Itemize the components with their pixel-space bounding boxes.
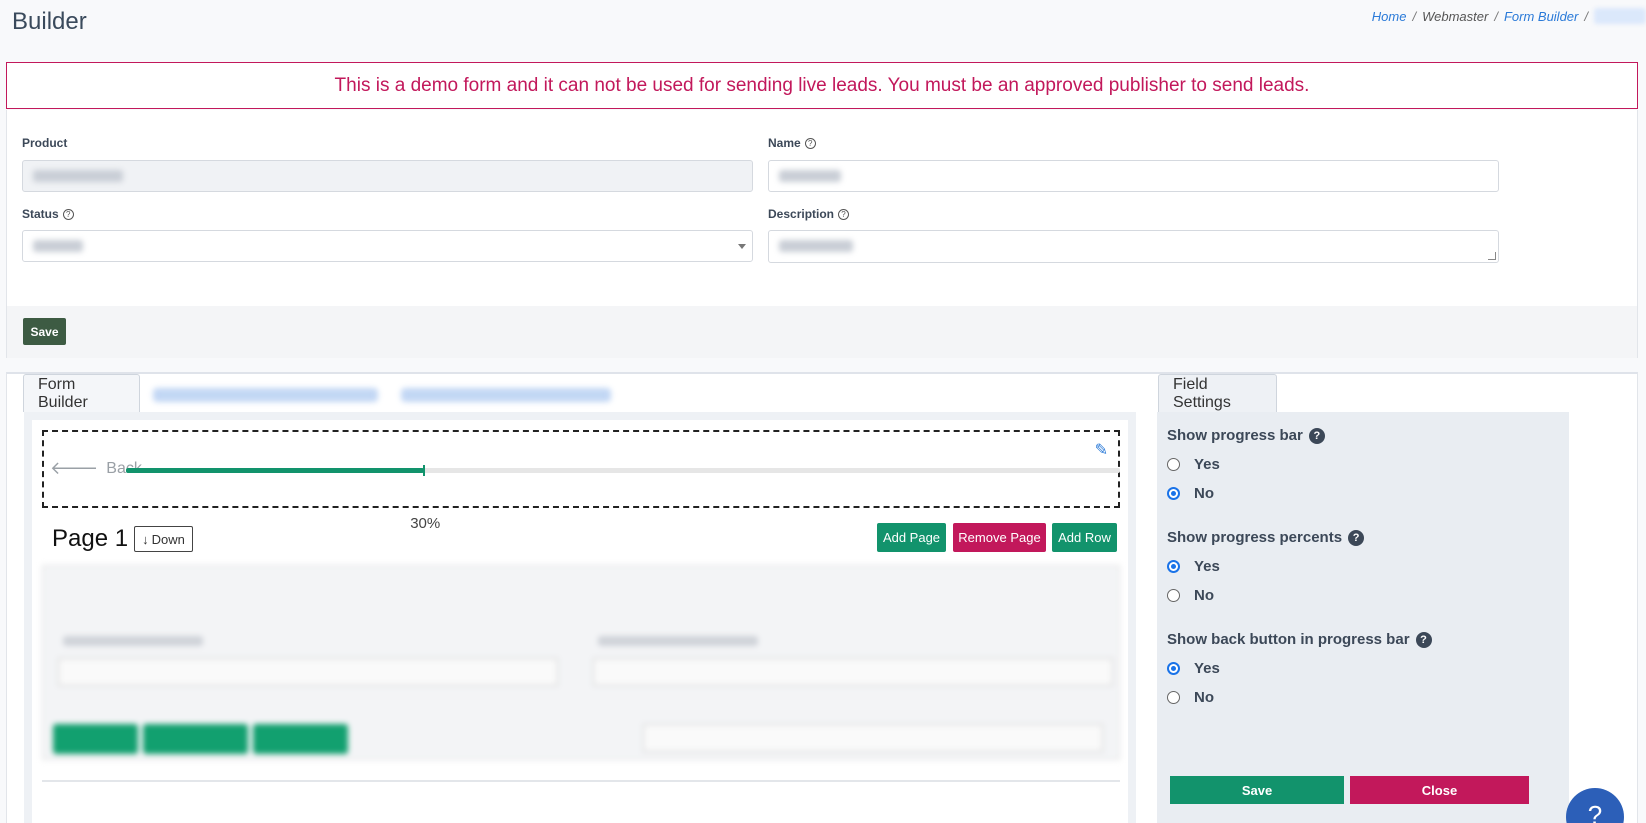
question-circle-icon[interactable]: ?: [1415, 631, 1432, 648]
remove-page-button[interactable]: Remove Page: [953, 523, 1046, 552]
back-button-setting-label: Show back button in progress bar ?: [1167, 631, 1432, 648]
blurred-field-label: [63, 636, 203, 646]
description-label-text: Description: [768, 207, 835, 221]
arrow-down-icon: ↓: [142, 531, 149, 547]
blurred-toolbar: [643, 724, 1103, 752]
arrow-left-icon: 🡐: [50, 458, 99, 478]
tab-form-builder[interactable]: Form Builder: [23, 374, 140, 412]
form-footer: Save: [7, 306, 1637, 358]
pencil-icon[interactable]: ✎: [1095, 440, 1108, 460]
resize-handle-icon[interactable]: [1488, 252, 1496, 260]
back-button-no[interactable]: No: [1167, 689, 1214, 706]
form-settings-card: Product Name ? Status ? Description ? Sa…: [6, 110, 1638, 358]
breadcrumb-separator: /: [1494, 8, 1498, 24]
radio-back-button-yes[interactable]: [1167, 662, 1180, 675]
name-label: Name ?: [768, 136, 816, 150]
save-button[interactable]: Save: [23, 318, 66, 345]
blurred-button: [253, 724, 348, 754]
blurred-button: [143, 724, 248, 754]
progress-bar-no[interactable]: No: [1167, 485, 1214, 502]
question-circle-icon[interactable]: ?: [838, 208, 850, 220]
breadcrumb-current-redacted: [1594, 8, 1646, 24]
breadcrumb-form-builder[interactable]: Form Builder: [1504, 9, 1578, 24]
status-select[interactable]: [22, 230, 753, 262]
page-title: Builder: [12, 8, 87, 35]
progress-percents-setting-text: Show progress percents: [1167, 529, 1343, 546]
progress-percents-setting-label: Show progress percents ?: [1167, 529, 1365, 546]
radio-progress-bar-no[interactable]: [1167, 487, 1180, 500]
breadcrumb-home[interactable]: Home: [1372, 9, 1407, 24]
progress-bar-setting-text: Show progress bar: [1167, 427, 1303, 444]
settings-close-button[interactable]: Close: [1350, 776, 1529, 804]
progress-bar-setting-label: Show progress bar ?: [1167, 427, 1325, 444]
radio-progress-percents-no[interactable]: [1167, 589, 1180, 602]
settings-save-button[interactable]: Save: [1170, 776, 1344, 804]
radio-label: Yes: [1194, 660, 1220, 677]
radio-progress-bar-yes[interactable]: [1167, 458, 1180, 471]
tab-redacted-2[interactable]: [401, 388, 611, 402]
form-rows-redacted: [42, 565, 1120, 760]
description-label: Description ?: [768, 207, 850, 221]
name-value-redacted: [779, 170, 841, 182]
breadcrumb-webmaster: Webmaster: [1422, 8, 1489, 24]
progress-bar-preview[interactable]: 🡐 Back 30% ✎: [42, 430, 1120, 532]
add-row-button[interactable]: Add Row: [1052, 523, 1117, 552]
question-circle-icon[interactable]: ?: [1348, 529, 1365, 546]
tab-field-settings[interactable]: Field Settings: [1158, 374, 1277, 412]
radio-label: Yes: [1194, 558, 1220, 575]
radio-back-button-no[interactable]: [1167, 691, 1180, 704]
back-button-setting-text: Show back button in progress bar: [1167, 631, 1410, 648]
progress-percent-label: 30%: [410, 515, 441, 532]
product-value-redacted: [33, 170, 123, 182]
status-label: Status ?: [22, 207, 74, 221]
question-circle-icon[interactable]: ?: [62, 208, 74, 220]
blurred-button: [53, 724, 138, 754]
status-value-redacted: [33, 240, 83, 252]
radio-label: Yes: [1194, 456, 1220, 473]
question-circle-icon[interactable]: ?: [1308, 427, 1325, 444]
tab-redacted-1[interactable]: [153, 388, 378, 402]
progress-fill: [126, 468, 425, 473]
progress-bar-yes[interactable]: Yes: [1167, 456, 1220, 473]
down-label: Down: [151, 531, 185, 547]
breadcrumb-separator: /: [1412, 8, 1417, 24]
move-down-button[interactable]: ↓ Down: [134, 526, 193, 552]
chevron-down-icon: [738, 244, 746, 249]
page-name: Page 1: [52, 525, 129, 552]
divider: [42, 780, 1120, 782]
radio-label: No: [1194, 587, 1214, 604]
radio-label: No: [1194, 689, 1214, 706]
field-settings-panel: Show progress bar ? Yes No Show progress…: [1157, 412, 1569, 823]
radio-label: No: [1194, 485, 1214, 502]
builder-card: Form Builder 🡐 Back 30% ✎ Page 1 ↓ Down …: [6, 372, 1638, 823]
progress-marker: [423, 465, 426, 476]
blurred-field-label: [598, 636, 758, 646]
demo-alert: This is a demo form and it can not be us…: [6, 62, 1638, 109]
progress-track: 30%: [126, 465, 1120, 532]
name-label-text: Name: [768, 136, 801, 150]
blurred-field-input: [593, 658, 1113, 686]
description-textarea[interactable]: [768, 230, 1499, 263]
back-button-yes[interactable]: Yes: [1167, 660, 1220, 677]
description-value-redacted: [779, 240, 853, 252]
product-field: [22, 160, 753, 192]
progress-percents-yes[interactable]: Yes: [1167, 558, 1220, 575]
breadcrumb-separator: /: [1584, 8, 1588, 24]
page-header: Page 1 ↓ Down: [52, 525, 193, 553]
blurred-field-input: [58, 658, 558, 686]
progress-percents-no[interactable]: No: [1167, 587, 1214, 604]
product-label-text: Product: [22, 136, 68, 150]
product-label: Product: [22, 136, 67, 150]
question-circle-icon[interactable]: ?: [804, 137, 816, 149]
name-field[interactable]: [768, 160, 1499, 192]
breadcrumb: Home / Webmaster / Form Builder /: [1372, 8, 1646, 24]
radio-progress-percents-yes[interactable]: [1167, 560, 1180, 573]
add-page-button[interactable]: Add Page: [877, 523, 946, 552]
builder-area: 🡐 Back 30% ✎ Page 1 ↓ Down Add Page Remo…: [24, 412, 1136, 823]
builder-canvas: 🡐 Back 30% ✎ Page 1 ↓ Down Add Page Remo…: [32, 420, 1128, 823]
status-label-text: Status: [22, 207, 59, 221]
